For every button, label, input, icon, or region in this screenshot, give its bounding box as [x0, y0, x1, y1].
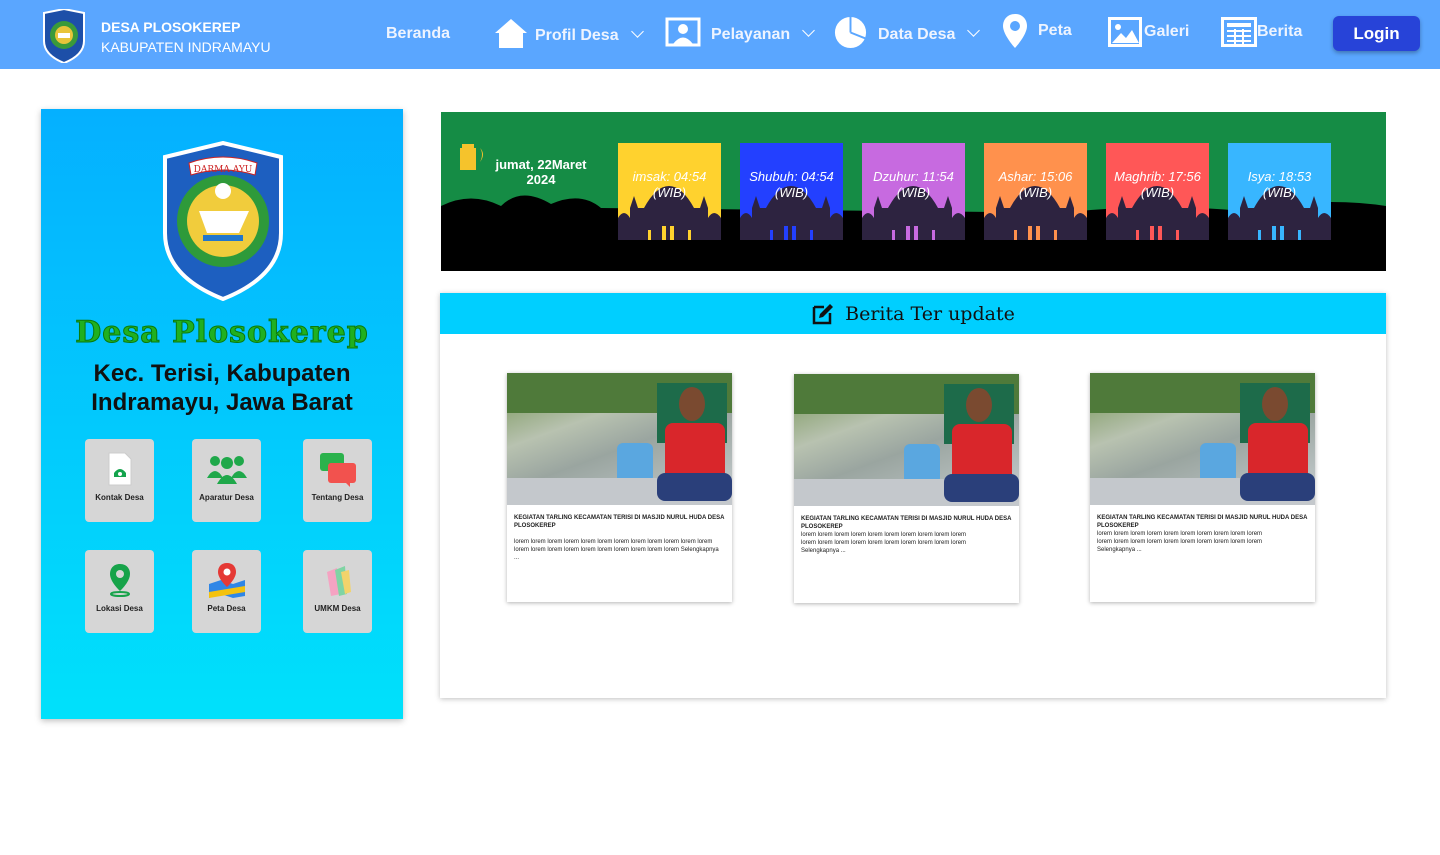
- news-photo[interactable]: [507, 373, 732, 505]
- brand-subtitle: KABUPATEN INDRAMAYU: [101, 39, 271, 55]
- time-zone: (WIB): [652, 185, 687, 200]
- location-icon: [109, 564, 130, 597]
- news-heading: Berita Ter update: [845, 302, 1015, 325]
- brand-title: DESA PLOSOKEREP: [101, 19, 241, 35]
- time-zone: (WIB): [1140, 185, 1175, 200]
- prayer-time-card: Ashar: 15:06 (WIB): [984, 143, 1087, 240]
- nav-label: Profil Desa: [535, 26, 619, 44]
- chevron-down-icon: [630, 24, 644, 38]
- prayer-times-banner: jumat, 22Maret 2024 imsak: 04:54 (WIB) Shub…: [441, 112, 1386, 271]
- prayer-time-card: Shubuh: 04:54 (WIB): [740, 143, 843, 240]
- tile-label: Kontak Desa: [95, 493, 144, 502]
- brand-text[interactable]: DESA PLOSOKEREP KABUPATEN INDRAMAYU: [101, 17, 271, 57]
- prayer-time-card: Isya: 18:53 (WIB): [1228, 143, 1331, 240]
- prayer-time: Isya: 18:53: [1247, 169, 1312, 184]
- news-photo[interactable]: [1090, 373, 1315, 505]
- time-zone: (WIB): [896, 185, 931, 200]
- pie-chart-icon: [834, 16, 867, 49]
- edit-icon: [812, 303, 834, 324]
- news-photo[interactable]: [794, 374, 1019, 506]
- village-name: Desa Plosokerep: [75, 315, 369, 351]
- nav-peta[interactable]: Peta: [1002, 13, 1072, 49]
- top-navbar: DESA PLOSOKEREP KABUPATEN INDRAMAYU Beran…: [0, 0, 1440, 69]
- nav-label: Pelayanan: [711, 25, 791, 43]
- prayer-time: Dzuhur: 11:54: [873, 169, 954, 184]
- latest-news-section: Berita Ter update KEGIATAN TARLING KECAM…: [440, 293, 1386, 698]
- news-card[interactable]: KEGIATAN TARLING KECAMATAN TERISI DI MAS…: [794, 374, 1019, 603]
- home-icon: [495, 19, 527, 48]
- nav-label: Galeri: [1144, 23, 1190, 40]
- read-more-link[interactable]: Selengkapnya ...: [1097, 547, 1142, 553]
- tile-label: Tentang Desa: [311, 493, 364, 502]
- svg-text:DARMA AYU: DARMA AYU: [194, 165, 253, 175]
- news-excerpt: lorem lorem lorem lorem lorem lorem lore…: [514, 539, 719, 561]
- prayer-time-card: Maghrib: 17:56 (WIB): [1106, 143, 1209, 240]
- map-icon: [208, 563, 245, 598]
- prayer-time: Shubuh: 04:54: [749, 169, 834, 184]
- nav-label: Peta: [1038, 22, 1072, 39]
- news-header: Berita Ter update: [440, 293, 1386, 334]
- tile-label: UMKM Desa: [314, 604, 361, 613]
- nav-berita[interactable]: Berita: [1221, 17, 1302, 47]
- chevron-down-icon: [967, 24, 981, 37]
- prayer-time: Maghrib: 17:56: [1114, 169, 1201, 184]
- tile-label: Aparatur Desa: [199, 493, 254, 502]
- time-zone: (WIB): [774, 185, 809, 200]
- prayer-time: imsak: 04:54: [632, 169, 707, 184]
- news-excerpt: lorem lorem lorem lorem lorem lorem lore…: [801, 532, 967, 554]
- image-icon: [1108, 17, 1142, 47]
- nav-pelayanan[interactable]: Pelayanan: [665, 17, 816, 47]
- phone-icon: [108, 452, 131, 486]
- shopping-bag-icon: [326, 566, 351, 596]
- news-excerpt: lorem lorem lorem lorem lorem lorem lore…: [1097, 531, 1263, 553]
- news-card[interactable]: KEGIATAN TARLING KECAMATAN TERISI DI MAS…: [507, 373, 732, 602]
- tile-kontak-desa[interactable]: Kontak Desa: [85, 439, 154, 522]
- tile-tentang-desa[interactable]: Tentang Desa: [303, 439, 372, 522]
- tile-lokasi-desa[interactable]: Lokasi Desa: [85, 550, 154, 633]
- people-icon: [206, 456, 247, 484]
- chat-icon: [319, 453, 356, 487]
- nav-label: Berita: [1257, 23, 1303, 40]
- chevron-down-icon: [802, 23, 816, 37]
- newspaper-icon: [1221, 17, 1257, 47]
- nav-label: Data Desa: [878, 26, 956, 43]
- nav-data-desa[interactable]: Data Desa: [833, 15, 981, 50]
- village-location: Kec. Terisi, Kabupaten Indramayu, Jawa B…: [91, 360, 353, 416]
- nav-beranda[interactable]: Beranda: [386, 25, 450, 43]
- tile-aparatur-desa[interactable]: Aparatur Desa: [192, 439, 261, 522]
- nav-galeri[interactable]: Galeri: [1108, 17, 1189, 47]
- news-title[interactable]: KEGIATAN TARLING KECAMATAN TERISI DI MAS…: [794, 506, 1019, 531]
- tile-label: Peta Desa: [207, 604, 246, 613]
- news-card[interactable]: KEGIATAN TARLING KECAMATAN TERISI DI MAS…: [1090, 373, 1315, 602]
- read-more-link[interactable]: Selengkapnya ...: [801, 548, 846, 554]
- tile-label: Lokasi Desa: [96, 604, 143, 613]
- prayer-time: Ashar: 15:06: [998, 169, 1073, 184]
- nav-profil-desa[interactable]: Profil Desa: [493, 17, 644, 49]
- prayer-date: jumat, 22Maret 2024: [495, 157, 587, 187]
- map-pin-icon: [1003, 14, 1027, 48]
- darma-ayu-emblem: DARMA AYU: [163, 141, 283, 301]
- time-zone: (WIB): [1262, 185, 1297, 200]
- tile-umkm-desa[interactable]: UMKM Desa: [303, 550, 372, 633]
- news-title[interactable]: KEGIATAN TARLING KECAMATAN TERISI DI MAS…: [1090, 505, 1315, 530]
- prayer-time-card: imsak: 04:54 (WIB): [618, 143, 721, 240]
- login-button[interactable]: Login: [1333, 16, 1420, 51]
- nav-label: Beranda: [386, 25, 451, 42]
- time-zone: (WIB): [1018, 185, 1053, 200]
- news-title[interactable]: KEGIATAN TARLING KECAMATAN TERISI DI MAS…: [507, 505, 732, 530]
- user-portrait-icon: [665, 17, 701, 47]
- tile-peta-desa[interactable]: Peta Desa: [192, 550, 261, 633]
- lantern-icon: [460, 144, 483, 170]
- village-profile-panel: DARMA AYU Desa Plosokerep Kec. Terisi, K…: [41, 109, 403, 719]
- prayer-time-card: Dzuhur: 11:54 (WIB): [862, 143, 965, 240]
- district-emblem-logo[interactable]: [41, 9, 87, 63]
